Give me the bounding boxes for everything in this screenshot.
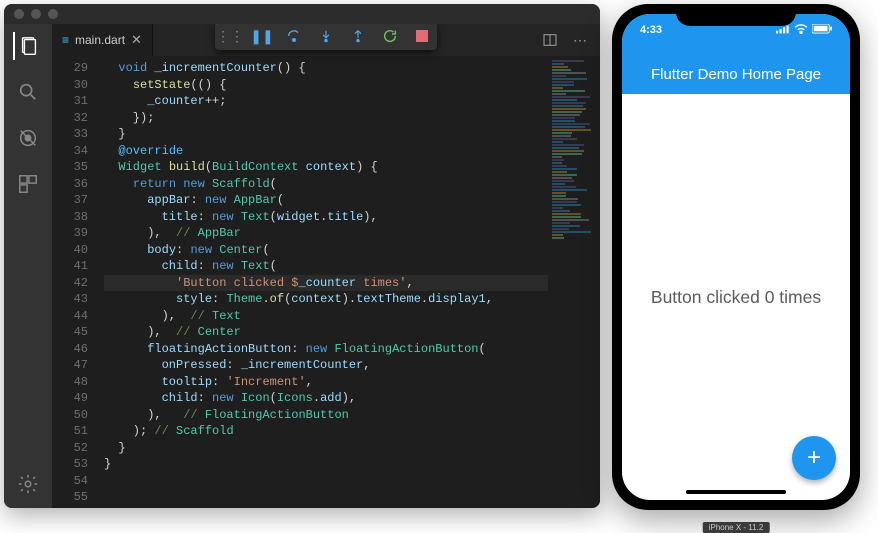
home-indicator[interactable] [686,490,786,494]
iphone-simulator: 4:33 Flutter Demo Home Page Button click… [612,4,860,510]
debug-toolbar[interactable]: ⋮⋮ ❚❚ [215,24,437,50]
activity-bar [4,24,52,508]
app-bar: Flutter Demo Home Page [622,54,850,94]
minimap[interactable] [548,56,600,508]
floating-action-button[interactable]: + [792,436,836,480]
tab-filename: main.dart [75,33,125,47]
notch [676,4,796,26]
flutter-file-icon: ≡ [62,33,69,47]
step-over-button[interactable] [283,25,305,47]
line-gutter: 2930313233343536373839404142434445464748… [52,56,104,508]
step-out-button[interactable] [347,25,369,47]
stop-button[interactable] [411,25,433,47]
close-window-button[interactable] [14,9,24,19]
hot-reload-button[interactable] [379,25,401,47]
tab-bar: ≡ main.dart ✕ ⋮⋮ ❚❚ [52,24,600,56]
code-area[interactable]: 2930313233343536373839404142434445464748… [52,56,600,508]
phone-screen: 4:33 Flutter Demo Home Page Button click… [622,14,850,500]
counter-text: Button clicked 0 times [651,287,821,308]
tab-main-dart[interactable]: ≡ main.dart ✕ [52,24,153,56]
split-editor-icon[interactable] [540,30,560,50]
maximize-window-button[interactable] [48,9,58,19]
settings-gear-icon[interactable] [14,470,42,498]
title-bar[interactable] [4,4,600,24]
battery-icon [812,24,832,34]
drag-handle-icon[interactable]: ⋮⋮ [219,25,241,47]
explorer-icon[interactable] [13,32,41,60]
editor-body: ≡ main.dart ✕ ⋮⋮ ❚❚ [4,24,600,508]
pause-button[interactable]: ❚❚ [251,25,273,47]
plus-icon: + [807,444,821,472]
app-bar-title: Flutter Demo Home Page [651,66,821,83]
tab-actions: ⋯ [540,30,600,50]
vscode-window: ≡ main.dart ✕ ⋮⋮ ❚❚ [4,4,600,508]
debug-icon[interactable] [14,124,42,152]
status-time: 4:33 [640,24,662,36]
minimize-window-button[interactable] [31,9,41,19]
search-icon[interactable] [14,78,42,106]
main-editor: ≡ main.dart ✕ ⋮⋮ ❚❚ [52,24,600,508]
tab-close-icon[interactable]: ✕ [131,32,142,48]
wifi-icon [794,24,808,34]
step-into-button[interactable] [315,25,337,47]
extensions-icon[interactable] [14,170,42,198]
phone-body: Button clicked 0 times + [622,94,850,500]
simulator-label: iPhone X - 11.2 [703,522,770,533]
window-controls [14,9,58,19]
code-content[interactable]: void _incrementCounter() { setState(() {… [104,56,548,508]
more-actions-icon[interactable]: ⋯ [570,30,590,50]
